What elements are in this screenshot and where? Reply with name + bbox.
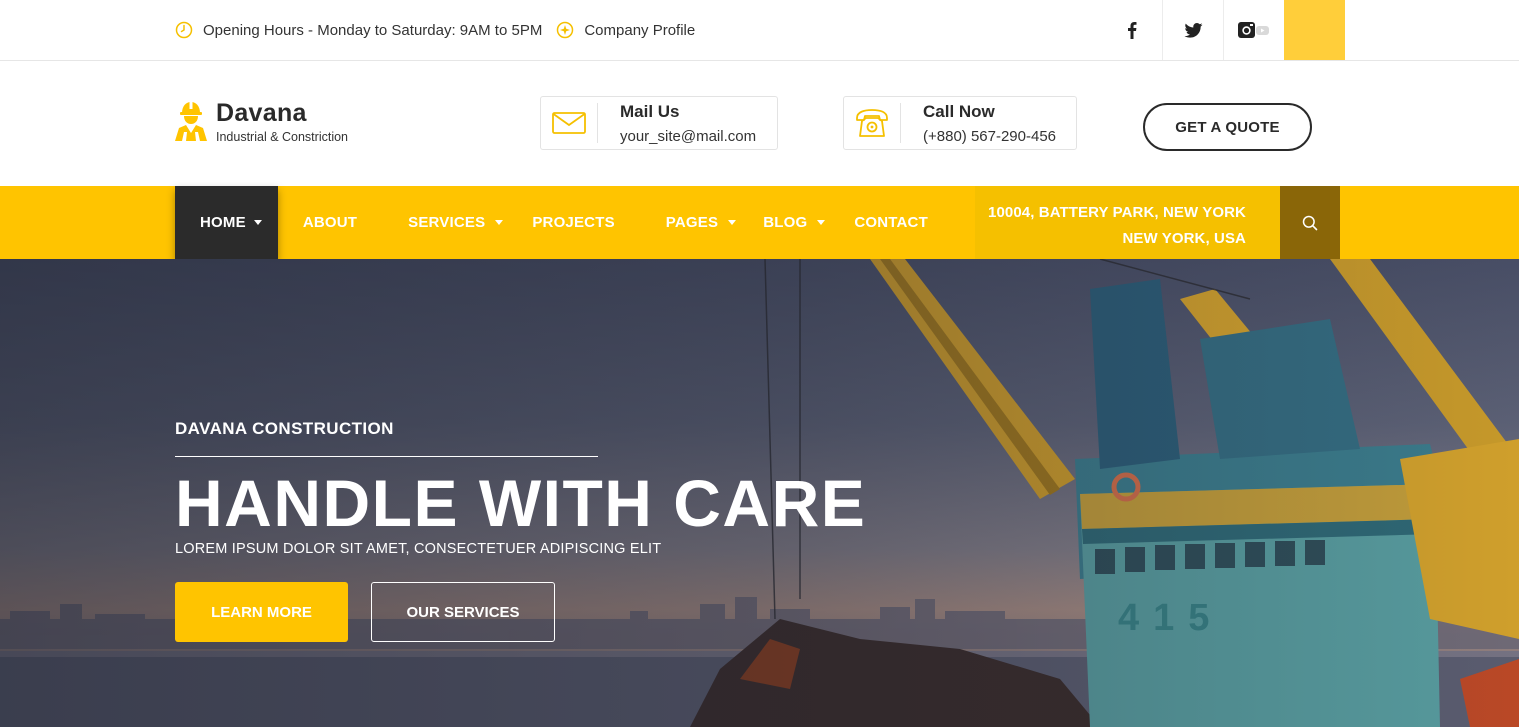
- chevron-down-icon: [728, 220, 737, 225]
- envelope-icon: [552, 112, 586, 134]
- search-button[interactable]: [1280, 186, 1340, 259]
- twitter-icon[interactable]: [1162, 0, 1223, 60]
- brand-tagline: Industrial & Constriction: [216, 130, 349, 144]
- brand-name: Davana: [216, 99, 307, 127]
- hero-eyebrow: DAVANA CONSTRUCTION: [175, 419, 394, 438]
- phone-icon-wrap: [844, 103, 901, 143]
- brand-logo[interactable]: Davana Industrial & Constriction: [172, 99, 348, 144]
- compass-icon: [557, 21, 574, 39]
- company-profile-link[interactable]: Company Profile: [556, 21, 695, 39]
- nav-item-contact-label: CONTACT: [854, 214, 928, 231]
- site-header: Davana Industrial & Constriction Mail Us…: [0, 61, 1519, 186]
- nav-address: 10004, BATTERY PARK, NEW YORK NEW YORK, …: [975, 186, 1280, 259]
- hero-buttons: LEARN MORE OUR SERVICES: [175, 582, 866, 642]
- company-profile-text: Company Profile: [584, 21, 696, 39]
- opening-hours: Opening Hours - Monday to Saturday: 9AM …: [175, 21, 542, 39]
- top-bar: Opening Hours - Monday to Saturday: 9AM …: [0, 0, 1519, 61]
- hero-divider: [175, 456, 598, 457]
- chevron-down-icon: [817, 220, 826, 225]
- nav-item-blog[interactable]: BLOG: [763, 186, 826, 259]
- mail-us-value: your_site@mail.com: [620, 128, 757, 145]
- nav-item-about[interactable]: ABOUT: [303, 186, 357, 259]
- chevron-down-icon: [495, 220, 504, 225]
- call-now-box[interactable]: Call Now (+880) 567-290-456: [843, 96, 1077, 150]
- mail-us-box[interactable]: Mail Us your_site@mail.com: [540, 96, 778, 150]
- nav-item-projects-label: PROJECTS: [532, 214, 615, 231]
- top-info: Opening Hours - Monday to Saturday: 9AM …: [175, 0, 709, 60]
- social-links: [1101, 0, 1345, 60]
- facebook-icon[interactable]: [1101, 0, 1162, 60]
- instagram-icon[interactable]: [1223, 0, 1284, 60]
- opening-hours-text: Opening Hours - Monday to Saturday: 9AM …: [203, 21, 543, 39]
- nav-item-blog-label: BLOG: [763, 214, 808, 231]
- search-icon: [1302, 215, 1318, 230]
- get-a-quote-button[interactable]: GET A QUOTE: [1143, 103, 1312, 151]
- telephone-icon: [856, 109, 888, 137]
- address-line-1: 10004, BATTERY PARK, NEW YORK: [988, 204, 1246, 221]
- nav-item-pages-label: PAGES: [665, 214, 719, 231]
- worker-logo-icon: [175, 102, 207, 141]
- nav-item-services-label: SERVICES: [408, 214, 486, 231]
- nav-item-services[interactable]: SERVICES: [408, 186, 504, 259]
- main-nav: HOME ABOUT SERVICES PROJECTS PAGES BLOG …: [175, 186, 928, 259]
- social-accent-block[interactable]: [1284, 0, 1345, 60]
- nav-item-projects[interactable]: PROJECTS: [532, 186, 614, 259]
- hero-subtitle: LOREM IPSUM DOLOR SIT AMET, CONSECTETUER…: [175, 541, 662, 557]
- clock-icon: [175, 21, 193, 39]
- mail-us-title: Mail Us: [620, 102, 680, 121]
- learn-more-button[interactable]: LEARN MORE: [175, 582, 348, 642]
- address-line-2: NEW YORK, USA: [1122, 230, 1246, 247]
- nav-item-contact[interactable]: CONTACT: [854, 186, 928, 259]
- call-now-title: Call Now: [923, 102, 995, 121]
- mail-icon-wrap: [541, 103, 598, 143]
- nav-item-home[interactable]: HOME: [175, 186, 278, 259]
- nav-item-home-label: HOME: [200, 214, 246, 231]
- our-services-button[interactable]: OUR SERVICES: [371, 582, 555, 642]
- hero-headline: HANDLE WITH CARE: [175, 466, 867, 540]
- nav-item-about-label: ABOUT: [302, 214, 358, 231]
- hero-slider: 415 DAVANA CONSTRUCTION HANDLE WITH CARE…: [0, 259, 1519, 727]
- main-navbar: HOME ABOUT SERVICES PROJECTS PAGES BLOG …: [0, 186, 1519, 259]
- chevron-down-icon: [253, 220, 262, 225]
- crane-number: 415: [1118, 597, 1224, 639]
- hero-content: DAVANA CONSTRUCTION HANDLE WITH CARE LOR…: [175, 419, 866, 642]
- nav-item-pages[interactable]: PAGES: [665, 186, 737, 259]
- call-now-value: (+880) 567-290-456: [923, 128, 1057, 145]
